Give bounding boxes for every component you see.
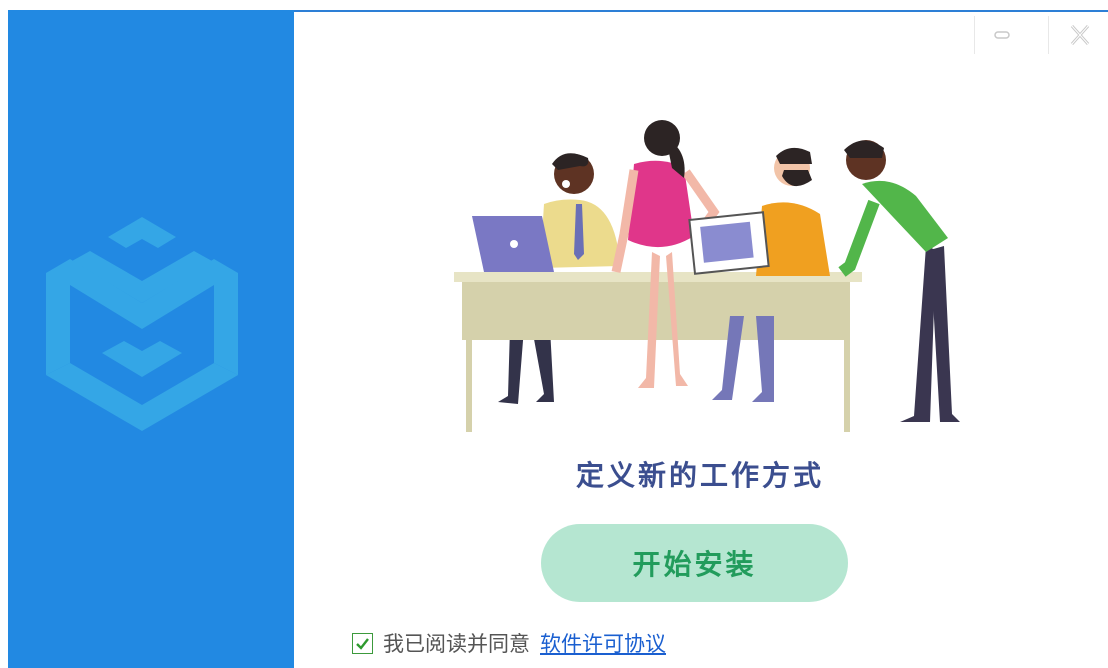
close-button[interactable] bbox=[1066, 22, 1094, 48]
tagline: 定义新的工作方式 bbox=[575, 459, 824, 492]
agree-label: 我已阅读并同意 bbox=[383, 632, 530, 656]
installer-window: 定义新的工作方式 开始安装 我已阅读并同意 软件许可协议 bbox=[0, 0, 1108, 668]
control-separator bbox=[1048, 16, 1049, 54]
checkmark-icon bbox=[356, 637, 369, 650]
agreement-row: 我已阅读并同意 软件许可协议 bbox=[352, 628, 666, 658]
cube-m-logo-icon bbox=[46, 217, 238, 431]
person-laptop bbox=[540, 153, 620, 268]
start-install-button[interactable]: 开始安装 bbox=[541, 524, 848, 602]
table-leg bbox=[844, 340, 850, 432]
close-icon bbox=[1070, 25, 1090, 45]
team-meeting-illustration bbox=[454, 120, 960, 432]
sidebar bbox=[8, 10, 294, 668]
control-separator bbox=[974, 16, 975, 54]
window-edge bbox=[0, 0, 8, 668]
license-agreement-link[interactable]: 软件许可协议 bbox=[540, 628, 666, 658]
minimize-button[interactable] bbox=[988, 22, 1016, 48]
window-controls bbox=[972, 12, 1108, 56]
minimize-icon bbox=[994, 31, 1010, 39]
tablet bbox=[688, 211, 770, 275]
agree-checkbox[interactable] bbox=[352, 632, 373, 654]
table-leg bbox=[466, 340, 472, 432]
